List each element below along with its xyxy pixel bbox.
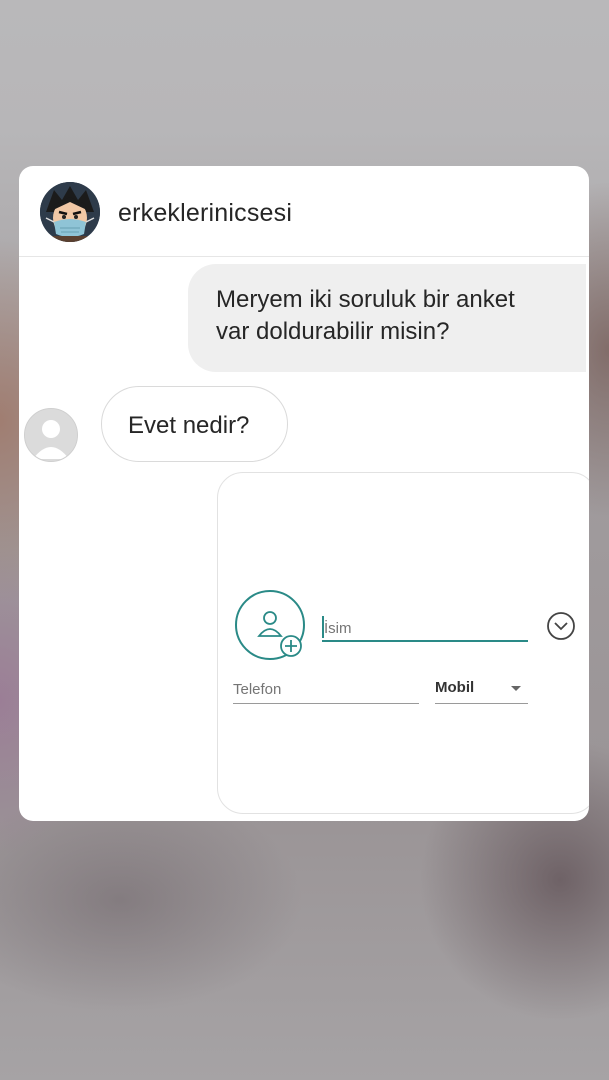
expand-button[interactable] [546,611,576,641]
incoming-message[interactable]: Evet nedir? [101,386,288,462]
username[interactable]: erkeklerinicsesi [118,199,292,228]
message-line: var doldurabilir misin? [216,318,450,345]
phone-type-select[interactable]: Mobil [435,677,527,701]
message-thread-card: erkeklerinicsesi Meryem iki soruluk bir … [19,166,589,821]
default-user-icon [25,409,77,461]
phone-type-underline [435,703,528,704]
thread-header: erkeklerinicsesi [19,166,589,257]
caret-down-icon [511,686,521,691]
phone-field[interactable] [233,679,417,699]
add-contact-photo-icon [257,611,302,657]
chevron-down-circle-icon [547,612,575,640]
phone-type-value: Mobil [435,679,475,696]
cartoon-face-icon [40,182,100,242]
outgoing-message[interactable]: Meryem iki soruluk bir anket var doldura… [188,264,586,372]
sender-avatar-placeholder[interactable] [24,408,78,462]
name-field-underline [322,640,528,642]
shared-screenshot[interactable]: Mobil [217,472,589,814]
add-contact-photo-button[interactable] [235,590,305,660]
phone-field-underline [233,703,419,704]
name-field[interactable] [324,618,524,638]
profile-avatar[interactable] [40,182,100,242]
message-line: Meryem iki soruluk bir anket [216,286,515,313]
